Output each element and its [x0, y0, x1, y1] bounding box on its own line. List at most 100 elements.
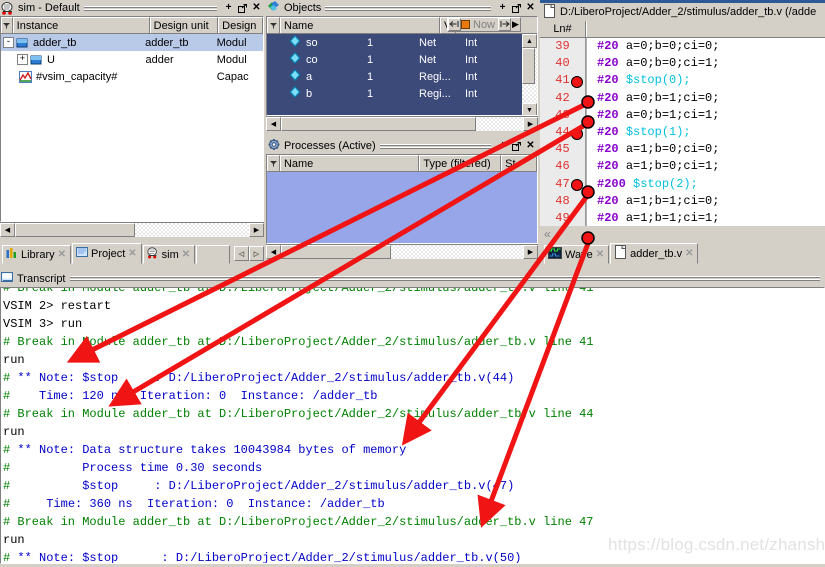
line-number[interactable]: 48 [540, 193, 585, 210]
scroll-right-icon[interactable]: ▶ [523, 245, 538, 259]
tab-close-icon[interactable]: ✕ [596, 249, 604, 260]
sim-panel-undock-button[interactable] [236, 1, 249, 15]
code-line[interactable]: #20 $stop(0); [597, 72, 825, 89]
transcript-output[interactable]: # Break in Module adder_tb at D:/LiberoP… [0, 287, 825, 564]
scroll-left-icon[interactable]: ◀ [266, 245, 281, 259]
tab-library[interactable]: Library ✕ [2, 245, 72, 264]
table-row[interactable]: + U adder Modul [1, 51, 263, 68]
tab-close-icon[interactable]: ✕ [128, 248, 136, 259]
signal-icon [289, 68, 301, 84]
code-line[interactable]: #20 a=0;b=0;ci=0; [597, 38, 825, 55]
tab-sim[interactable]: sim ✕ [142, 245, 196, 264]
list-item[interactable]: so 1 Net Int [267, 34, 537, 51]
objects-col-name[interactable]: Name [280, 17, 440, 33]
tab-close-icon[interactable]: ✕ [182, 249, 190, 260]
now-more-button[interactable]: ▶ [511, 18, 520, 31]
processes-panel-add-button[interactable]: + [496, 139, 509, 153]
code-line[interactable]: #20 a=0;b=0;ci=1; [597, 55, 825, 72]
list-item[interactable]: a 1 Regi... Int [267, 68, 537, 85]
line-number[interactable]: 40 [540, 55, 585, 72]
source-code-area[interactable]: 39404142434445464748495051 #20 a=0;b=0;c… [540, 38, 825, 226]
line-number[interactable]: 43 [540, 107, 585, 124]
scroll-track[interactable] [15, 223, 249, 237]
code-line[interactable]: #20 $stop(1); [597, 124, 825, 141]
scroll-thumb[interactable] [522, 48, 535, 84]
code-lines[interactable]: #20 a=0;b=0;ci=0; #20 a=0;b=0;ci=1; #20 $s… [586, 38, 825, 226]
processes-col-state[interactable]: St [501, 155, 537, 171]
scroll-track[interactable] [281, 117, 523, 131]
line-number[interactable]: 46 [540, 158, 585, 175]
line-number-gutter[interactable]: 39404142434445464748495051 [540, 38, 586, 226]
sim-panel-close-button[interactable]: ✕ [250, 1, 263, 15]
scroll-left-icon[interactable]: ◀ [0, 223, 15, 237]
now-next-button[interactable] [498, 18, 512, 31]
sim-col-design-unit[interactable]: Design unit [149, 17, 219, 33]
scroll-thumb[interactable] [281, 117, 476, 131]
now-label: Now [473, 18, 496, 31]
transcript-segment: ** Note: $stop : D:/LiberoProject/Adder_… [17, 551, 522, 564]
line-number[interactable]: 42 [540, 90, 585, 107]
code-line[interactable]: #20 a=1;b=1;ci=0; [597, 193, 825, 210]
scroll-left-icon[interactable]: ◀ [266, 117, 281, 131]
sim-filter-icon[interactable] [1, 17, 13, 33]
processes-panel-undock-button[interactable] [510, 139, 523, 153]
scroll-right-icon[interactable]: ▶ [523, 117, 538, 131]
breakpoint-marker[interactable] [571, 179, 583, 192]
code-line[interactable]: #20 a=1;b=0;ci=0; [597, 141, 825, 158]
processes-col-name[interactable]: Name [279, 155, 420, 171]
tab-project[interactable]: Project ✕ [72, 243, 142, 264]
tab-wave[interactable]: Wave ✕ [544, 245, 610, 264]
table-row[interactable]: #vsim_capacity# Capac [1, 68, 263, 85]
processes-col-type[interactable]: Type (filtered) [419, 155, 502, 171]
processes-panel-close-button[interactable]: ✕ [524, 139, 537, 153]
tab-adder-tb-v[interactable]: adder_tb.v ✕ [610, 243, 699, 264]
breakpoint-marker[interactable] [571, 127, 583, 140]
line-number[interactable]: 49 [540, 210, 585, 226]
scroll-right-icon[interactable]: ▶ [249, 223, 264, 237]
table-row[interactable]: - adder_tb adder_tb Modul [1, 34, 263, 51]
code-line[interactable]: #20 a=0;b=1;ci=1; [597, 107, 825, 124]
transcript-segment: # Break in Module adder_tb at D:/LiberoP… [3, 407, 594, 421]
objects-panel-close-button[interactable]: ✕ [524, 1, 537, 15]
expander-toggle[interactable]: - [3, 37, 14, 48]
tab-close-icon[interactable]: ✕ [685, 248, 693, 259]
scroll-thumb[interactable] [15, 223, 135, 237]
scroll-track[interactable] [522, 48, 537, 103]
breakpoint-marker[interactable] [571, 75, 583, 88]
code-token: #20 [597, 90, 626, 105]
scroll-up-icon[interactable]: ▲ [522, 34, 537, 48]
list-item[interactable]: b 1 Regi... Int [267, 85, 537, 102]
objects-panel-add-button[interactable]: + [496, 1, 509, 15]
scroll-thumb[interactable] [281, 245, 391, 259]
code-line[interactable]: #20 a=1;b=1;ci=1; [597, 210, 825, 226]
line-number[interactable]: 45 [540, 141, 585, 158]
sim-panel-add-button[interactable]: + [222, 1, 235, 15]
expander-toggle[interactable]: + [17, 54, 28, 65]
scroll-down-icon[interactable]: ▼ [522, 103, 537, 115]
code-line[interactable]: #20 a=1;b=0;ci=1; [597, 158, 825, 175]
scroll-track[interactable] [281, 245, 523, 259]
signal-icon [289, 51, 301, 67]
objects-filter-icon[interactable] [267, 17, 280, 33]
processes-filter-icon[interactable] [267, 155, 280, 171]
tab-close-icon[interactable]: ✕ [58, 249, 66, 260]
collapse-icon[interactable]: « [544, 227, 551, 241]
sim-col-instance[interactable]: Instance [12, 17, 150, 33]
now-prev-button[interactable] [448, 18, 461, 31]
objects-horizontal-scrollbar[interactable]: ◀ ▶ [266, 116, 538, 131]
sim-col-design[interactable]: Design [218, 17, 263, 33]
code-line[interactable]: #200 $stop(2); [597, 176, 825, 193]
tab-scroll-right-icon[interactable]: ▷ [249, 246, 264, 261]
objects-table-container: Name Va Now ▶ [266, 16, 538, 116]
sim-horizontal-scrollbar[interactable]: ◀ ▶ [0, 222, 264, 237]
processes-horizontal-scrollbar[interactable]: ◀ ▶ [266, 244, 538, 259]
object-name: so [306, 36, 318, 49]
code-line[interactable]: #20 a=0;b=1;ci=0; [597, 90, 825, 107]
list-item[interactable]: co 1 Net Int [267, 51, 537, 68]
source-header-blank [586, 21, 825, 37]
line-number[interactable]: 39 [540, 38, 585, 55]
objects-panel-undock-button[interactable] [510, 1, 523, 15]
objects-vertical-scrollbar[interactable]: ▲ ▼ [522, 34, 537, 115]
tab-scroll-left-icon[interactable]: ◁ [234, 246, 249, 261]
processes-rows-empty[interactable] [267, 172, 537, 243]
